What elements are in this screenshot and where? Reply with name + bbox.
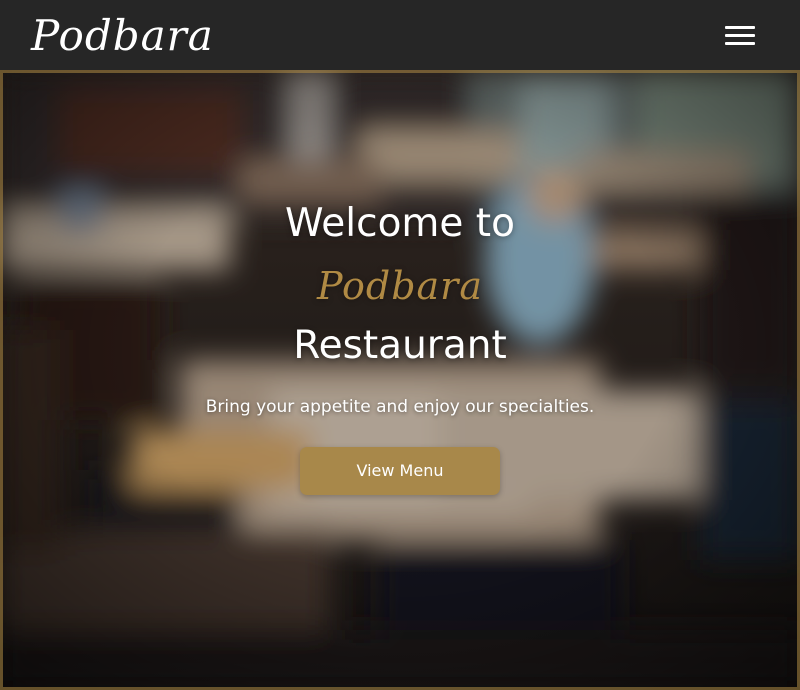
- menu-bar-top: [725, 26, 755, 29]
- top-navbar: Podbara: [0, 0, 800, 70]
- hero-section: Welcome to Podbara Restaurant Bring your…: [0, 70, 800, 690]
- hero-content: Welcome to Podbara Restaurant Bring your…: [0, 70, 800, 690]
- view-menu-button[interactable]: View Menu: [300, 447, 500, 495]
- hero-title-line3: Restaurant: [293, 323, 507, 368]
- hero-brand-name: Podbara: [316, 264, 484, 308]
- menu-bar-middle: [725, 34, 755, 37]
- menu-bar-bottom: [725, 42, 755, 45]
- hamburger-menu-icon[interactable]: [719, 21, 761, 53]
- hero-tagline: Bring your appetite and enjoy our specia…: [205, 397, 595, 417]
- brand-logo[interactable]: Podbara: [31, 6, 214, 66]
- hero-title-line1: Welcome to: [285, 201, 515, 246]
